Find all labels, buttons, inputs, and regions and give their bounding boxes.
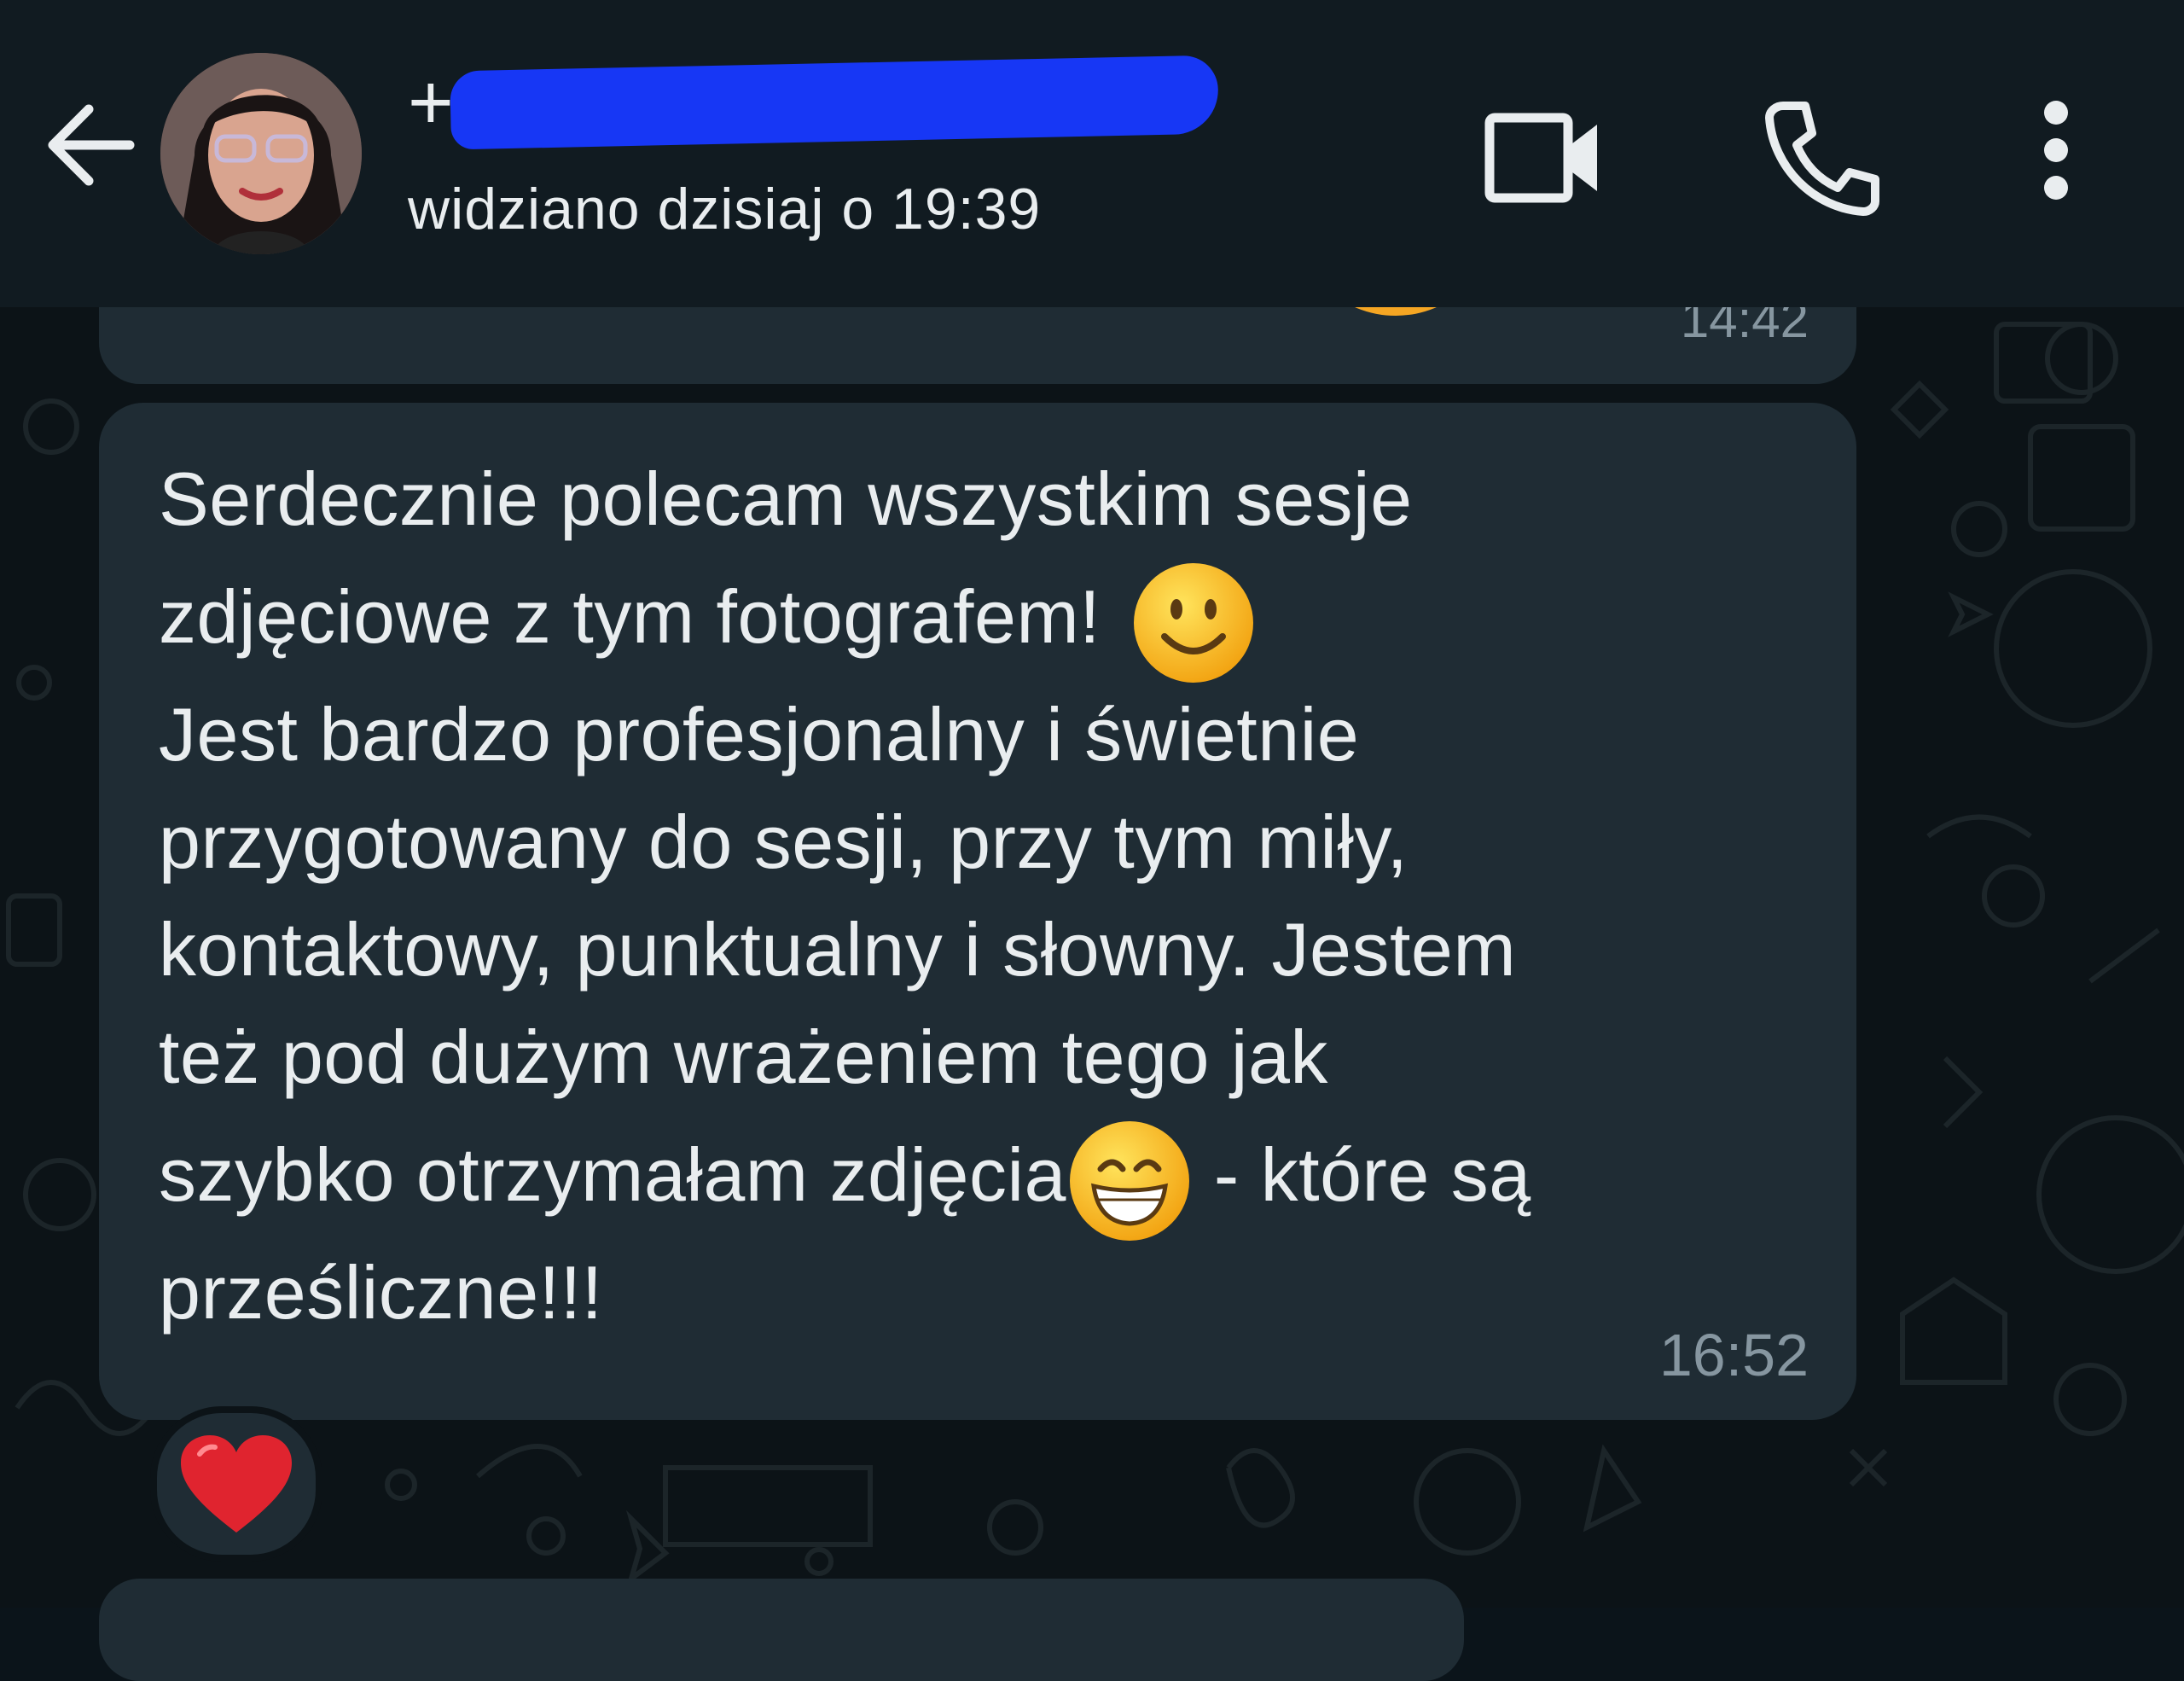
- message-line-text: - które są: [1192, 1132, 1531, 1217]
- message-bubble[interactable]: Serdecznie polecam wszystkim sesje zdjęc…: [99, 403, 1856, 1420]
- red-heart-icon: [181, 1435, 292, 1533]
- message-line: Serdecznie polecam wszystkim sesje: [159, 457, 1413, 541]
- message-line-text: zdjęciowe z tym fotografem!: [159, 574, 1123, 659]
- phone-icon: [1765, 102, 1879, 216]
- arrow-left-icon: [48, 104, 135, 186]
- video-camera-icon: [1484, 113, 1597, 203]
- avatar-photo: [160, 53, 362, 254]
- message-line: Jest bardzo profesjonalny i świetnie: [159, 692, 1360, 777]
- redaction-mark: [450, 55, 1219, 150]
- chat-header: + widziano dzisiaj o 19:39: [0, 0, 2184, 307]
- contact-name[interactable]: +: [408, 51, 1244, 154]
- last-seen-status: widziano dzisiaj o 19:39: [408, 177, 1042, 241]
- voice-call-button[interactable]: [1757, 94, 1885, 222]
- message-line: szybko otrzymałam zdjęcia - które są: [159, 1111, 1848, 1241]
- more-vertical-icon: [2044, 101, 2068, 200]
- message-line: przygotowany do sesji, przy tym miły,: [159, 800, 1409, 884]
- message-line-text: szybko otrzymałam zdjęcia: [159, 1132, 1066, 1217]
- back-button[interactable]: [41, 94, 143, 196]
- contact-avatar[interactable]: [160, 53, 362, 254]
- next-message-bubble[interactable]: [99, 1579, 1464, 1681]
- message-line: też pod dużym wrażeniem tego jak: [159, 1015, 1328, 1099]
- message-line: prześliczne!!!: [159, 1250, 603, 1335]
- more-options-button[interactable]: [1996, 94, 2116, 222]
- message-line: kontaktowy, punktualny i słowny. Jestem: [159, 907, 1517, 992]
- message-time: 16:52: [1658, 1322, 1809, 1388]
- contact-number-prefix: +: [408, 59, 454, 146]
- message-text: Serdecznie polecam wszystkim sesje zdjęc…: [159, 445, 1848, 1347]
- smiling-face-emoji-icon: [1134, 562, 1254, 683]
- message-reaction[interactable]: [150, 1406, 322, 1562]
- message-line: zdjęciowe z tym fotografem!: [159, 553, 1848, 683]
- grinning-face-emoji-icon: [1069, 1120, 1189, 1241]
- video-call-button[interactable]: [1478, 94, 1606, 222]
